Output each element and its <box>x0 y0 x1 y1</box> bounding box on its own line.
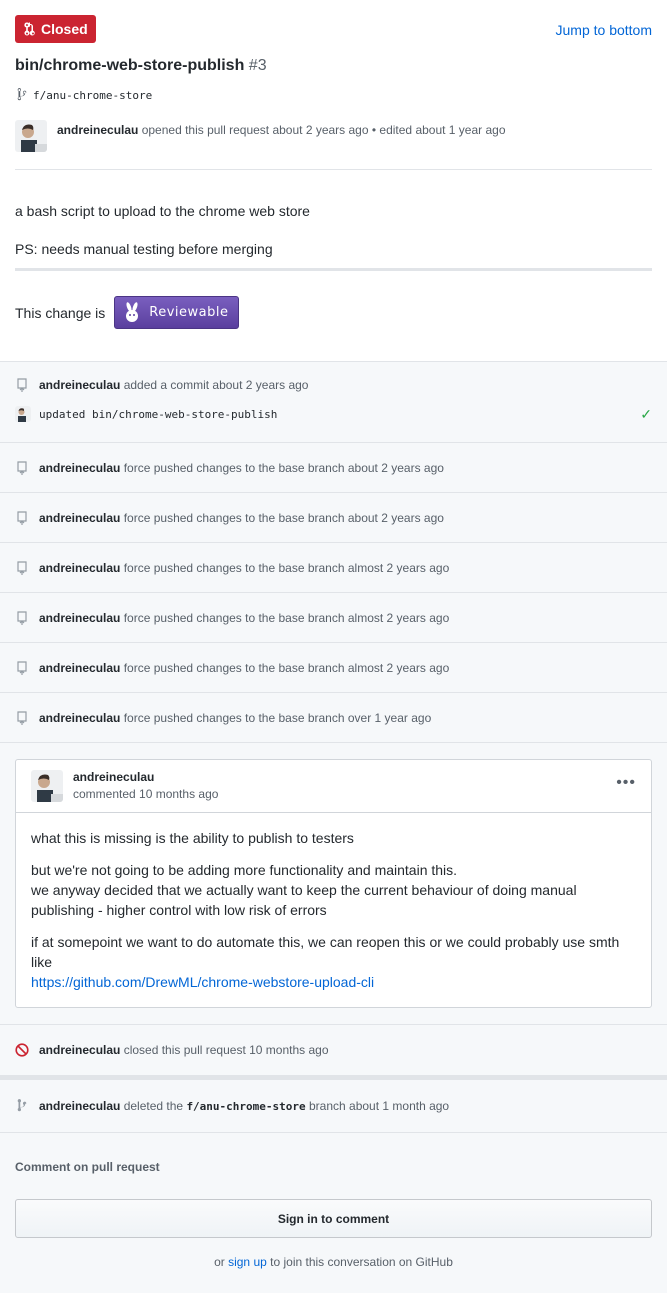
opened-text: opened this pull request about 2 years a… <box>141 123 369 137</box>
pr-number: #3 <box>248 57 267 74</box>
commit-event: andreineculau added a commit about 2 yea… <box>0 361 667 442</box>
closed-event: andreineculau closed this pull request 1… <box>0 1024 667 1075</box>
signup-hint: or sign up to join this conversation on … <box>0 1255 667 1269</box>
force-push-event: andreineculau force pushed changes to th… <box>0 542 667 592</box>
more-options-icon[interactable]: ••• <box>616 774 636 792</box>
jump-to-bottom-link[interactable]: Jump to bottom <box>556 22 653 38</box>
comment-label: Comment on pull request <box>15 1160 160 1174</box>
event-author[interactable]: andreineculau <box>39 711 120 725</box>
pr-header: Closed Jump to bottom bin/chrome-web-sto… <box>0 0 667 329</box>
repo-push-icon <box>15 560 29 575</box>
event-text: force pushed changes to the base branch … <box>123 660 450 675</box>
comment-time[interactable]: commented 10 months ago <box>73 787 218 801</box>
event-text: deleted the <box>123 1099 184 1113</box>
repo-push-icon <box>15 378 29 392</box>
reviewable-logo-icon <box>126 301 139 322</box>
branch-deleted-event: andreineculau deleted the f/anu-chrome-s… <box>0 1079 667 1132</box>
sign-up-link[interactable]: sign up <box>228 1255 267 1269</box>
commit-message-link[interactable]: updated bin/chrome-web-store-publish <box>39 408 277 421</box>
force-push-event: andreineculau force pushed changes to th… <box>0 442 667 492</box>
avatar[interactable] <box>15 120 47 152</box>
event-author[interactable]: andreineculau <box>39 511 120 525</box>
comment-link[interactable]: https://github.com/DrewML/chrome-webstor… <box>31 974 374 990</box>
comment-line: we anyway decided that we actually want … <box>31 882 577 918</box>
pr-title: bin/chrome-web-store-publish <box>15 57 245 74</box>
comment-header: andreineculau commented 10 months ago ••… <box>16 760 651 813</box>
comment-card: andreineculau commented 10 months ago ••… <box>15 759 652 1008</box>
avatar[interactable] <box>15 406 31 422</box>
event-text: force pushed changes to the base branch … <box>123 460 444 475</box>
pr-body-line: a bash script to upload to the chrome we… <box>15 203 310 219</box>
force-push-event: andreineculau force pushed changes to th… <box>0 692 667 742</box>
event-text: branch about 1 month ago <box>309 1099 450 1113</box>
event-author[interactable]: andreineculau <box>39 1099 120 1113</box>
event-text: force pushed changes to the base branch … <box>123 510 444 525</box>
repo-push-icon <box>15 660 29 675</box>
circle-slash-icon <box>15 1043 29 1057</box>
git-branch-icon <box>17 88 27 101</box>
pr-author-line: andreineculau opened this pull request a… <box>15 120 506 152</box>
reviewable-line: This change is Reviewable <box>15 296 239 329</box>
reviewable-button[interactable]: Reviewable <box>114 296 239 329</box>
check-icon[interactable]: ✓ <box>640 406 652 423</box>
comment-author[interactable]: andreineculau <box>73 770 154 784</box>
comment-paragraph: what this is missing is the ability to p… <box>31 830 354 846</box>
comment-line: but we're not going to be adding more fu… <box>31 862 458 878</box>
pull-request-icon <box>24 22 35 36</box>
force-push-event: andreineculau force pushed changes to th… <box>0 492 667 542</box>
page-title: bin/chrome-web-store-publish #3 <box>15 57 267 75</box>
hint-text: to join this conversation on GitHub <box>270 1255 453 1269</box>
event-author[interactable]: andreineculau <box>39 661 120 675</box>
sign-in-to-comment-button[interactable]: Sign in to comment <box>15 1199 652 1238</box>
comment-footer: Comment on pull request Sign in to comme… <box>0 1132 667 1293</box>
timeline: andreineculau added a commit about 2 yea… <box>0 361 667 1293</box>
edited-text[interactable]: • edited about 1 year ago <box>372 123 506 137</box>
event-author[interactable]: andreineculau <box>39 561 120 575</box>
force-push-event: andreineculau force pushed changes to th… <box>0 642 667 692</box>
git-branch-icon <box>15 1099 29 1113</box>
state-label: Closed <box>41 21 88 37</box>
repo-push-icon <box>15 610 29 625</box>
repo-push-icon <box>15 510 29 525</box>
comment-paragraph: if at somepoint we want to do automate t… <box>31 932 636 992</box>
pr-body-line: PS: needs manual testing before merging <box>15 241 273 257</box>
event-author[interactable]: andreineculau <box>39 611 120 625</box>
repo-push-icon <box>15 710 29 725</box>
author-link[interactable]: andreineculau <box>57 123 138 137</box>
comment-paragraph: but we're not going to be adding more fu… <box>31 860 636 920</box>
divider <box>15 169 652 170</box>
pr-meta: andreineculau opened this pull request a… <box>57 123 506 137</box>
reviewable-label: Reviewable <box>149 305 229 320</box>
comment-section: andreineculau commented 10 months ago ••… <box>0 742 667 1024</box>
comment-body: what this is missing is the ability to p… <box>16 813 651 1007</box>
avatar[interactable] <box>31 770 63 802</box>
event-author[interactable]: andreineculau <box>39 1043 120 1057</box>
repo-push-icon <box>15 460 29 475</box>
deleted-branch-name: f/anu-chrome-store <box>186 1100 306 1113</box>
event-text: closed this pull request 10 months ago <box>123 1043 329 1057</box>
event-text: force pushed changes to the base branch … <box>123 710 432 725</box>
force-push-event: andreineculau force pushed changes to th… <box>0 592 667 642</box>
branch-info: f/anu-chrome-store <box>17 88 152 102</box>
hint-text: or <box>214 1255 225 1269</box>
event-text: force pushed changes to the base branch … <box>123 610 450 625</box>
comment-line: if at somepoint we want to do automate t… <box>31 934 620 970</box>
event-text: force pushed changes to the base branch … <box>123 560 450 575</box>
event-author[interactable]: andreineculau <box>39 461 120 475</box>
closed-state-badge: Closed <box>15 15 96 43</box>
review-prefix: This change is <box>15 304 106 321</box>
event-author[interactable]: andreineculau <box>39 378 120 392</box>
divider <box>15 268 652 271</box>
event-text: added a commit about 2 years ago <box>123 378 309 392</box>
branch-name[interactable]: f/anu-chrome-store <box>33 89 152 102</box>
